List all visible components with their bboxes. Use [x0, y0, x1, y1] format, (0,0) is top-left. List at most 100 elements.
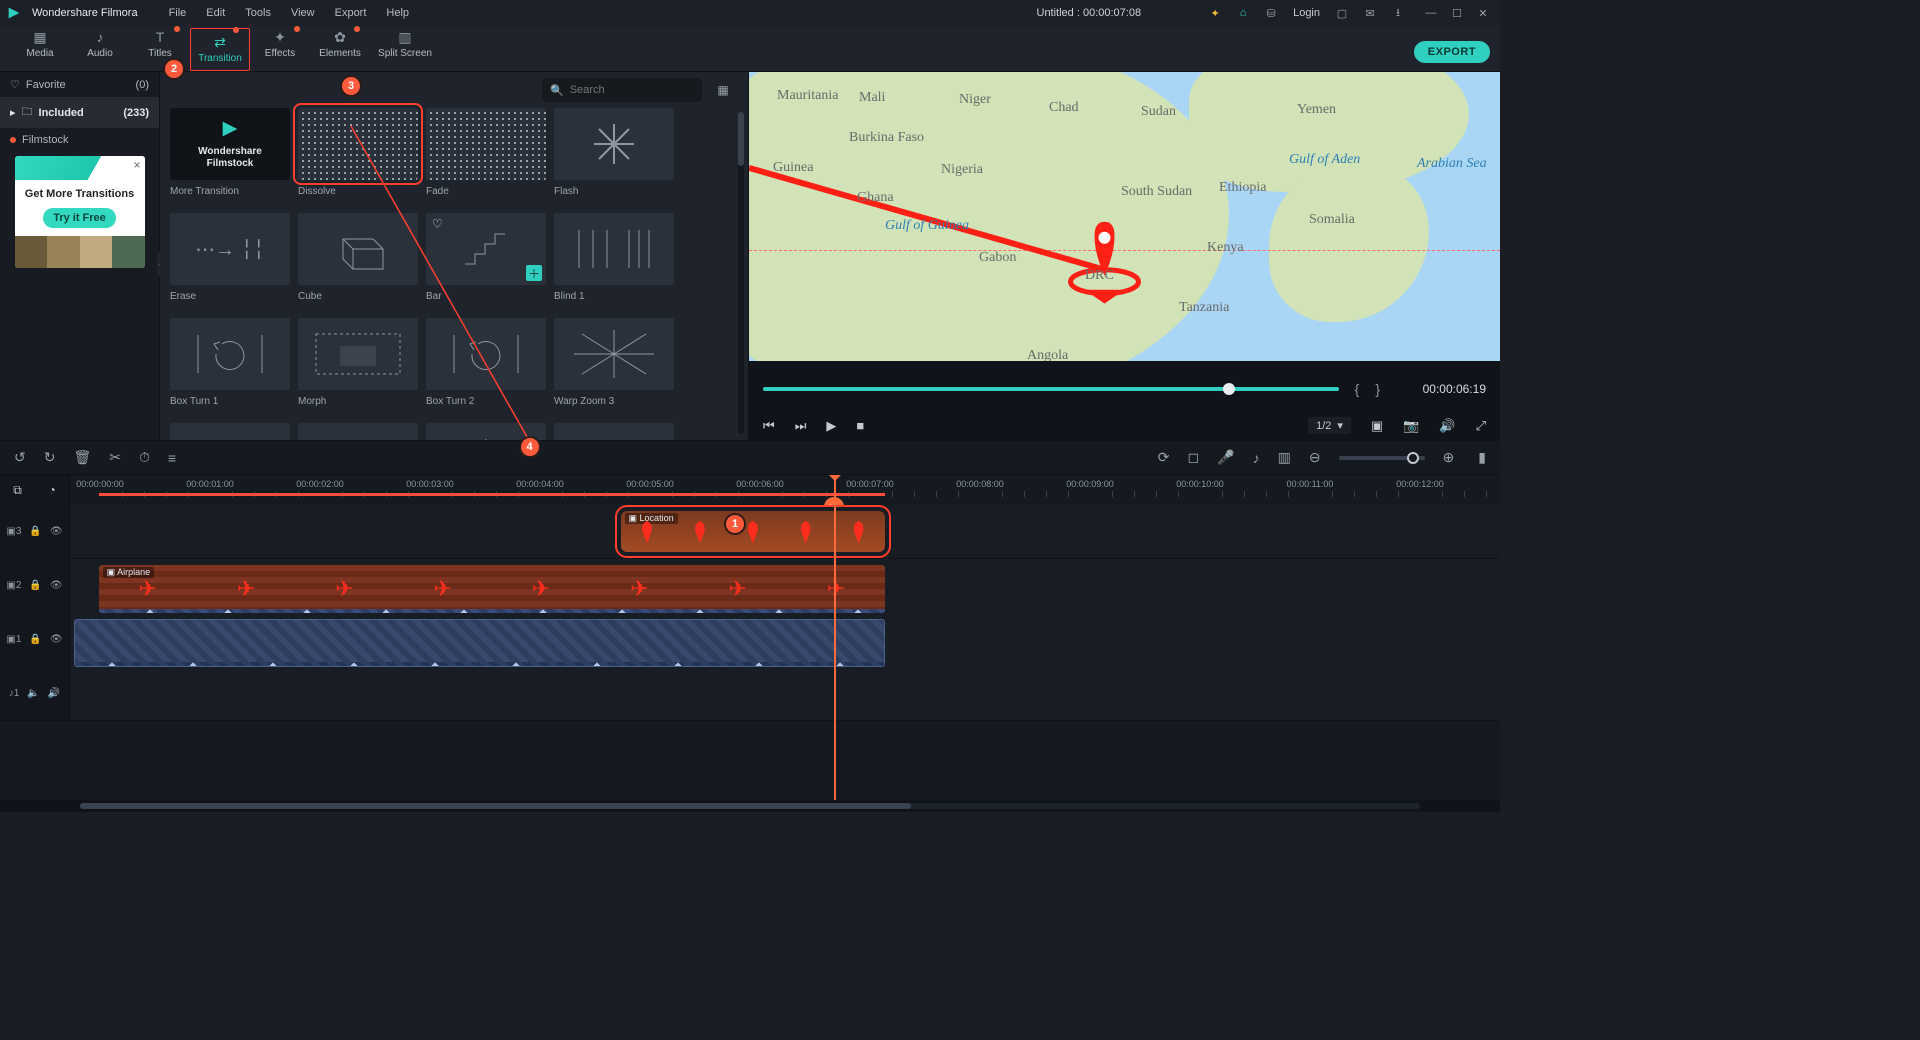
- zoom-in-icon[interactable]: ⊕: [1443, 449, 1455, 466]
- login-button[interactable]: Login: [1291, 7, 1322, 19]
- export-button[interactable]: EXPORT: [1414, 41, 1490, 63]
- tab-titles[interactable]: T Titles: [130, 28, 190, 71]
- track-body[interactable]: ▣ Airplane ✈✈✈✈✈✈✈✈: [70, 559, 1500, 619]
- search-input-wrap[interactable]: 🔍: [542, 78, 702, 102]
- snap-icon[interactable]: ⧉: [13, 483, 22, 498]
- voice-icon[interactable]: 🎤: [1217, 449, 1234, 466]
- window-maximize[interactable]: ☐: [1446, 4, 1468, 22]
- transition-dissolve[interactable]: Dissolve: [298, 108, 418, 197]
- tab-transition[interactable]: ⇄ Transition: [190, 28, 250, 71]
- zoom-slider[interactable]: [1339, 456, 1425, 460]
- overview-icon[interactable]: ▮: [1478, 449, 1486, 466]
- timeline-h-scroll[interactable]: [0, 800, 1500, 812]
- track-body[interactable]: [70, 667, 1500, 720]
- transition-warpzoom3[interactable]: Warp Zoom 3: [554, 318, 674, 407]
- marker-icon[interactable]: ◻: [1188, 449, 1200, 466]
- lock-icon[interactable]: 🔒: [29, 526, 41, 537]
- transition-row5c[interactable]: [426, 423, 546, 440]
- track-head[interactable]: ▣2 🔒 👁: [0, 559, 70, 612]
- marker-out-icon[interactable]: }: [1375, 381, 1380, 397]
- eye-icon[interactable]: 👁: [50, 634, 63, 645]
- fullscreen-icon[interactable]: ⤢: [1476, 418, 1486, 434]
- track-head[interactable]: ♪1 🔈 🔊: [0, 667, 70, 720]
- tab-effects[interactable]: ✦ Effects: [250, 28, 310, 71]
- undo-icon[interactable]: ↺: [14, 449, 26, 466]
- transition-boxturn2[interactable]: Box Turn 2: [426, 318, 546, 407]
- transition-more[interactable]: WondershareFilmstockMore Transition: [170, 108, 290, 197]
- download-icon[interactable]: ⭳: [1390, 5, 1406, 21]
- headset-icon[interactable]: ⌂: [1235, 5, 1251, 21]
- add-icon[interactable]: ＋: [526, 265, 542, 281]
- ripple-icon[interactable]: ◔: [48, 483, 55, 497]
- idea-icon[interactable]: ✦: [1207, 5, 1223, 21]
- clip-slow[interactable]: Slow 0.50x: [74, 619, 885, 667]
- mute-icon[interactable]: 🔈: [27, 688, 39, 699]
- tab-split[interactable]: ▥ Split Screen: [370, 28, 440, 71]
- volume-icon[interactable]: 🔊: [1439, 418, 1455, 434]
- safe-zone-icon[interactable]: ▣: [1371, 418, 1383, 434]
- clip-airplane[interactable]: ▣ Airplane ✈✈✈✈✈✈✈✈: [99, 565, 886, 613]
- redo-icon[interactable]: ↻: [44, 449, 56, 466]
- track-head[interactable]: ▣3 🔒 👁: [0, 505, 70, 558]
- music-icon[interactable]: ♪: [1253, 450, 1260, 466]
- vol-icon[interactable]: 🔊: [48, 688, 60, 699]
- transition-row5d[interactable]: ← ╎ ⋯→: [554, 423, 674, 440]
- tab-audio[interactable]: ♪ Audio: [70, 28, 130, 71]
- window-close[interactable]: ✕: [1472, 4, 1494, 22]
- transition-row5a[interactable]: ⋯→ ╎╎: [170, 423, 290, 440]
- cat-favorite[interactable]: ♡ Favorite (0): [0, 72, 159, 97]
- marker-in-icon[interactable]: {: [1355, 381, 1360, 397]
- adjust-icon[interactable]: ≡: [168, 450, 176, 466]
- transition-boxturn1[interactable]: Box Turn 1: [170, 318, 290, 407]
- tab-media[interactable]: ▦ Media: [10, 28, 70, 71]
- menu-help[interactable]: Help: [379, 7, 416, 19]
- menu-view[interactable]: View: [284, 7, 322, 19]
- preview-progress-bar[interactable]: [763, 387, 1339, 391]
- cat-included[interactable]: ▸ 🗀 Included (233): [0, 97, 159, 128]
- mail-icon[interactable]: ✉: [1362, 5, 1378, 21]
- heart-outline-icon[interactable]: ♡: [432, 217, 443, 231]
- track-body[interactable]: Slow 0.50x: [70, 613, 1500, 673]
- menu-edit[interactable]: Edit: [199, 7, 232, 19]
- lock-icon[interactable]: 🔒: [29, 634, 41, 645]
- track-body[interactable]: ▣ Location: [70, 505, 1500, 558]
- step-fwd-icon[interactable]: ⏭: [795, 418, 807, 434]
- menu-tools[interactable]: Tools: [238, 7, 278, 19]
- transition-row5b[interactable]: [298, 423, 418, 440]
- eye-icon[interactable]: 👁: [50, 580, 63, 591]
- preview-scale[interactable]: 1/2 ▾: [1308, 417, 1351, 434]
- transition-morph[interactable]: Morph: [298, 318, 418, 407]
- transition-bar[interactable]: ♡＋Bar: [426, 213, 546, 302]
- grid-scrollbar[interactable]: [738, 112, 744, 434]
- zoom-out-icon[interactable]: ⊖: [1309, 449, 1321, 466]
- tracks-area[interactable]: ▣3 🔒 👁 ▣ Location ▣2 🔒 👁 ▣ Airplane ✈✈✈✈…: [0, 505, 1500, 800]
- tab-elements[interactable]: ✿ Elements: [310, 28, 370, 71]
- transition-blind1[interactable]: Blind 1: [554, 213, 674, 302]
- play-icon[interactable]: ▶: [826, 418, 836, 434]
- promo-card[interactable]: × Get More Transitions Try it Free: [15, 156, 145, 268]
- eye-icon[interactable]: 👁: [50, 526, 63, 537]
- window-minimize[interactable]: —: [1420, 4, 1442, 22]
- search-input[interactable]: [570, 84, 694, 96]
- close-icon[interactable]: ×: [133, 158, 140, 172]
- snapshot-icon[interactable]: 📷: [1403, 418, 1419, 434]
- preview-viewport[interactable]: MauritaniaMaliNigerChadSudanYemenBurkina…: [749, 72, 1500, 361]
- stop-icon[interactable]: ■: [856, 418, 864, 433]
- step-back-icon[interactable]: ⏮: [763, 418, 775, 434]
- lock-icon[interactable]: 🔒: [29, 580, 41, 591]
- promo-cta[interactable]: Try it Free: [43, 208, 116, 228]
- split-icon[interactable]: ✂: [109, 449, 121, 466]
- gift-icon[interactable]: ⛁: [1263, 5, 1279, 21]
- cat-filmstock[interactable]: Filmstock: [0, 128, 159, 152]
- track-head[interactable]: ▣1 🔒 👁: [0, 613, 70, 666]
- menu-export[interactable]: Export: [328, 7, 374, 19]
- transition-fade[interactable]: Fade: [426, 108, 546, 197]
- speed-icon[interactable]: ⏱: [139, 449, 150, 466]
- time-ruler[interactable]: 00:00:00:0000:00:01:0000:00:02:0000:00:0…: [70, 475, 1500, 505]
- transition-flash[interactable]: Flash: [554, 108, 674, 197]
- transition-erase[interactable]: ⋯→ ╎╎Erase: [170, 213, 290, 302]
- delete-icon[interactable]: 🗑: [73, 449, 91, 466]
- mixin-icon[interactable]: ▥: [1278, 449, 1291, 466]
- grid-toggle-button[interactable]: ▦: [712, 79, 734, 101]
- render-icon[interactable]: ⟳: [1158, 449, 1170, 466]
